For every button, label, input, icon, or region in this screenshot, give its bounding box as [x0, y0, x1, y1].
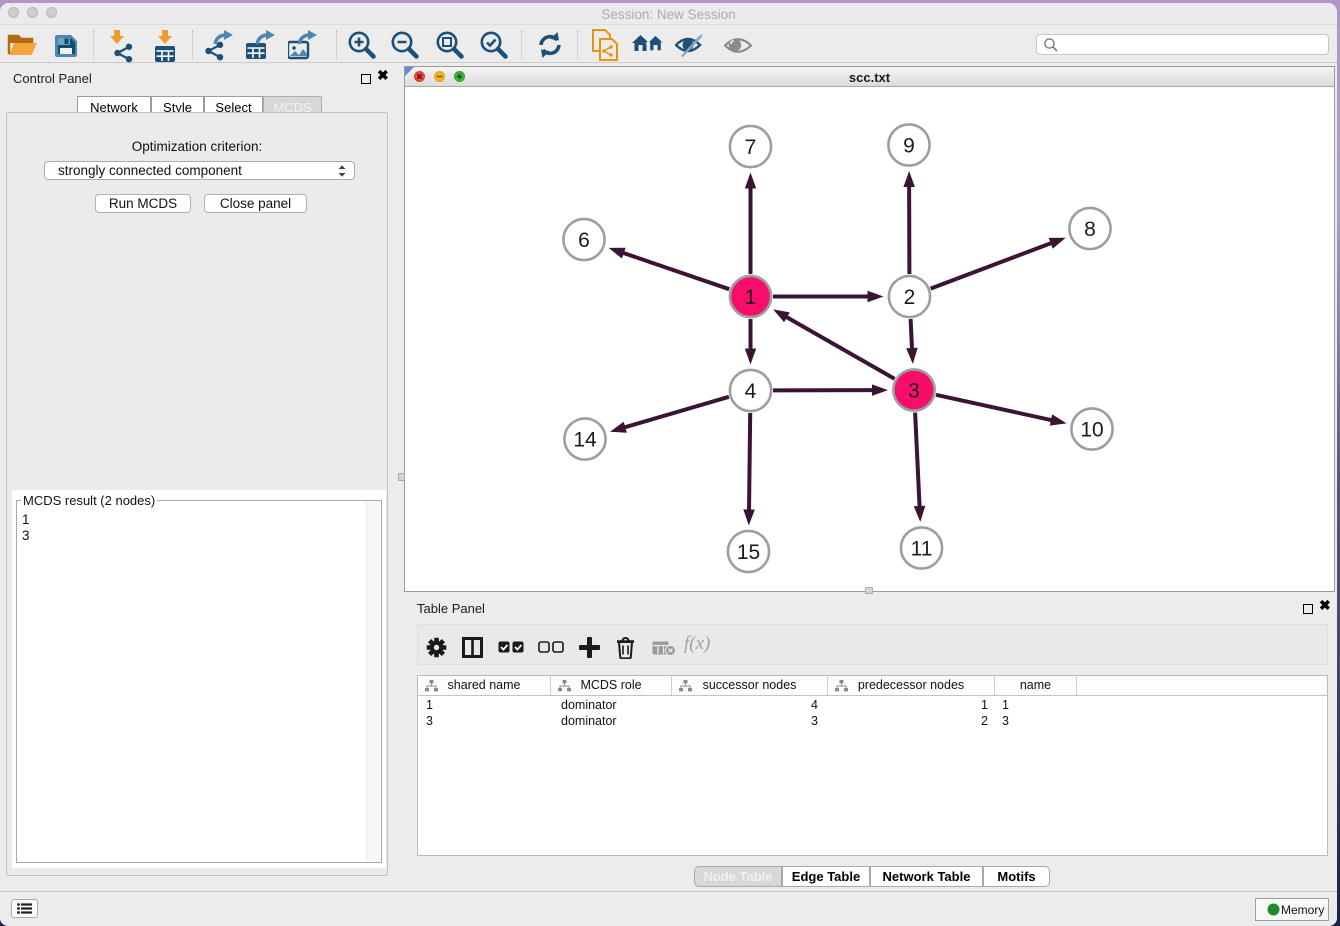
svg-text:14: 14 [573, 429, 597, 452]
svg-text:1: 1 [745, 286, 757, 309]
svg-text:4: 4 [745, 380, 757, 403]
svg-text:10: 10 [1080, 419, 1103, 442]
svg-text:8: 8 [1084, 218, 1096, 241]
svg-text:6: 6 [578, 229, 590, 252]
svg-text:2: 2 [904, 286, 916, 309]
svg-text:3: 3 [908, 380, 920, 403]
svg-text:9: 9 [903, 135, 915, 158]
svg-text:15: 15 [737, 541, 760, 564]
svg-text:7: 7 [745, 136, 757, 159]
svg-text:11: 11 [911, 538, 933, 561]
